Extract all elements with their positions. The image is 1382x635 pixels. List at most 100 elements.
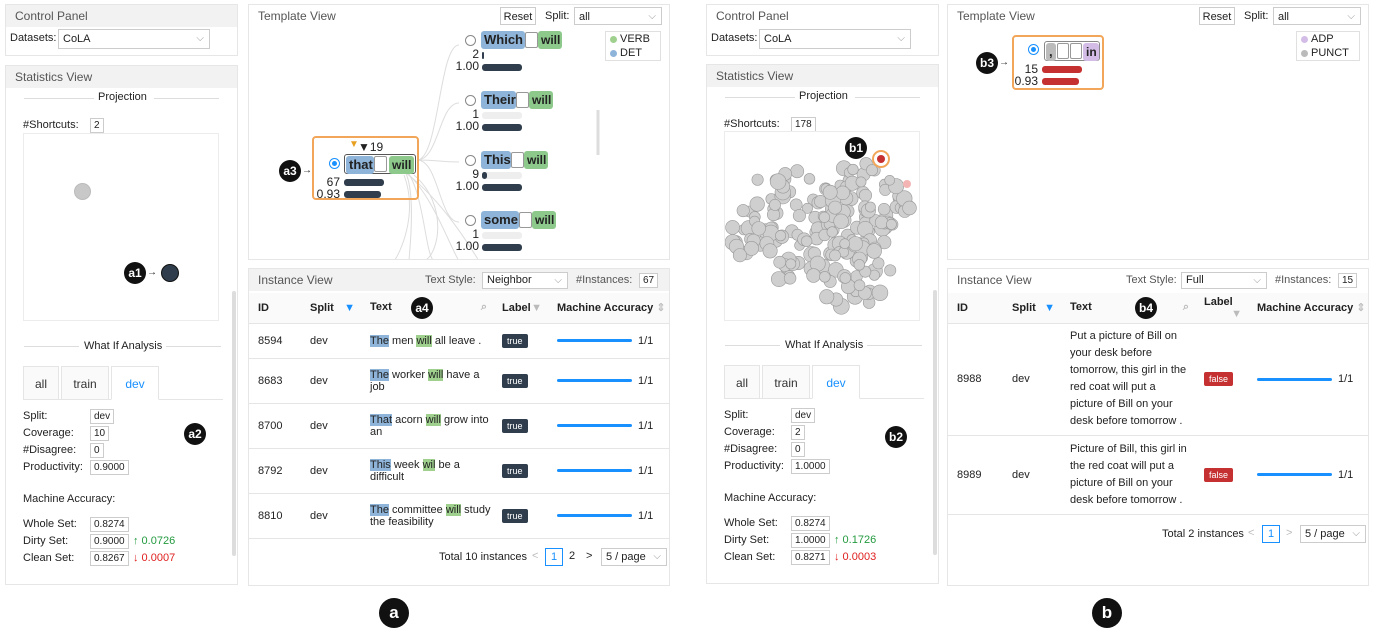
page-2-button[interactable]: 2 [569,550,575,562]
shortcut-point[interactable] [871,284,889,302]
dataset-select[interactable]: CoLA ⌵ [58,29,210,49]
template-node-some[interactable]: some will 1 1.00 [456,211,581,256]
shortcut-point[interactable] [864,201,876,213]
shortcut-point[interactable] [855,176,867,188]
table-row[interactable]: 8988 dev Put a picture of Bill on your de… [948,323,1368,436]
projection-plot[interactable]: a1 → [23,133,219,321]
shortcut-point[interactable] [790,164,805,179]
prev-page-icon[interactable]: < [1248,527,1254,539]
col-label[interactable]: Label ▼ [493,293,548,324]
col-id[interactable]: ID [948,293,1003,324]
selected-template-node[interactable]: , in 15 0.93 [1012,35,1104,90]
table-row[interactable]: 8683 dev The worker will have a job true … [249,358,669,404]
shortcut-point[interactable] [874,215,889,230]
shortcut-point[interactable] [828,200,842,215]
next-page-icon[interactable]: > [586,550,592,562]
shortcut-point[interactable] [769,173,787,190]
shortcut-point[interactable] [783,272,797,285]
shortcut-point[interactable] [884,174,895,186]
template-node-which[interactable]: Which will 2 1.00 [456,31,581,76]
node-radio[interactable] [465,215,476,226]
node-radio-selected[interactable] [329,158,340,169]
text-style-select[interactable]: Neighbor ⌵ [482,272,568,289]
shortcut-point[interactable] [74,183,91,200]
shortcut-point[interactable] [751,173,764,186]
projection-plot[interactable]: b1 [724,131,920,321]
selected-template-node[interactable]: ▼ ▼19 that will 67 0.93 [312,136,419,201]
shortcut-point[interactable] [877,202,891,216]
shortcut-point[interactable] [751,221,766,236]
shortcut-point[interactable] [884,264,897,277]
shortcut-point[interactable] [800,235,813,247]
tab-train[interactable]: train [762,365,810,399]
node-radio-selected[interactable] [1028,44,1039,55]
shortcut-point[interactable] [866,243,882,259]
tab-all[interactable]: all [23,366,59,400]
shortcut-point[interactable] [847,163,859,176]
shortcut-point[interactable] [785,258,797,270]
prev-page-icon[interactable]: < [532,550,538,562]
shortcut-point[interactable] [885,219,897,230]
shortcut-point[interactable] [853,279,866,292]
template-node-their[interactable]: Their will 1 1.00 [456,91,581,136]
col-accuracy[interactable]: Machine Accuracy ⇕ [1248,293,1368,324]
page-1-button[interactable]: 1 [1262,525,1280,543]
shortcut-point[interactable] [792,209,806,223]
col-text[interactable]: Text ⌕ [1061,293,1195,324]
table-row[interactable]: 8594 dev The men will all leave . true 1/… [249,323,669,359]
shortcut-point[interactable] [847,236,863,252]
template-node-this[interactable]: This will 9 1.00 [456,151,581,196]
shortcut-point[interactable] [775,230,787,242]
filter-icon[interactable]: ▼ [1044,302,1055,314]
split-select[interactable]: all ⌵ [1273,7,1361,25]
node-radio[interactable] [465,155,476,166]
tab-train[interactable]: train [61,366,109,400]
search-icon[interactable]: ⌕ [481,301,487,314]
col-split[interactable]: Split ▼ [301,293,361,324]
shortcut-point[interactable] [818,211,830,223]
node-radio[interactable] [465,95,476,106]
table-row[interactable]: 8792 dev This week wil be a difficult tru… [249,448,669,494]
col-split[interactable]: Split ▼ [1003,293,1061,324]
shortcut-point[interactable] [803,173,816,185]
dataset-select[interactable]: CoLA ⌵ [759,29,911,49]
sort-icon[interactable]: ⇕ [1356,302,1365,314]
scrollbar[interactable] [232,291,236,556]
shortcut-point[interactable] [736,204,750,218]
shortcut-point[interactable] [826,226,838,238]
tab-all[interactable]: all [724,365,760,399]
shortcut-point[interactable] [902,200,917,216]
page-1-button[interactable]: 1 [545,548,563,566]
col-accuracy[interactable]: Machine Accuracy ⇕ [548,293,669,324]
col-id[interactable]: ID [249,293,301,324]
shortcut-point[interactable] [773,255,787,269]
shortcut-point[interactable] [839,238,850,249]
next-page-icon[interactable]: > [1286,527,1292,539]
tab-dev[interactable]: dev [111,366,159,400]
filter-icon[interactable]: ▼ [344,302,355,314]
col-label[interactable]: Label ▼ [1195,293,1248,324]
shortcut-point[interactable] [859,188,873,202]
reset-button[interactable]: Reset [1199,7,1235,25]
shortcut-point-selected[interactable] [872,150,890,168]
node-radio[interactable] [465,35,476,46]
shortcut-point[interactable] [819,289,835,305]
sort-icon[interactable]: ⇕ [656,302,665,314]
shortcut-point[interactable] [819,271,831,283]
shortcut-point[interactable] [822,184,838,200]
page-size-select[interactable]: 5 / page ⌵ [1300,525,1366,543]
shortcut-point-highlighted[interactable] [903,180,911,188]
search-icon[interactable]: ⌕ [1183,301,1189,314]
shortcut-point[interactable] [829,249,841,262]
table-row[interactable]: 8700 dev That acorn will grow into an tru… [249,403,669,449]
shortcut-point[interactable] [749,196,765,212]
shortcut-point[interactable] [853,259,866,271]
shortcut-point-selected[interactable] [161,264,179,282]
shortcut-point[interactable] [833,213,849,230]
text-style-select[interactable]: Full ⌵ [1181,272,1267,289]
filter-icon[interactable]: ▼ [531,302,542,314]
tab-dev[interactable]: dev [812,365,860,399]
shortcut-point[interactable] [725,220,740,235]
shortcut-point[interactable] [872,257,885,270]
shortcut-point[interactable] [789,198,803,212]
